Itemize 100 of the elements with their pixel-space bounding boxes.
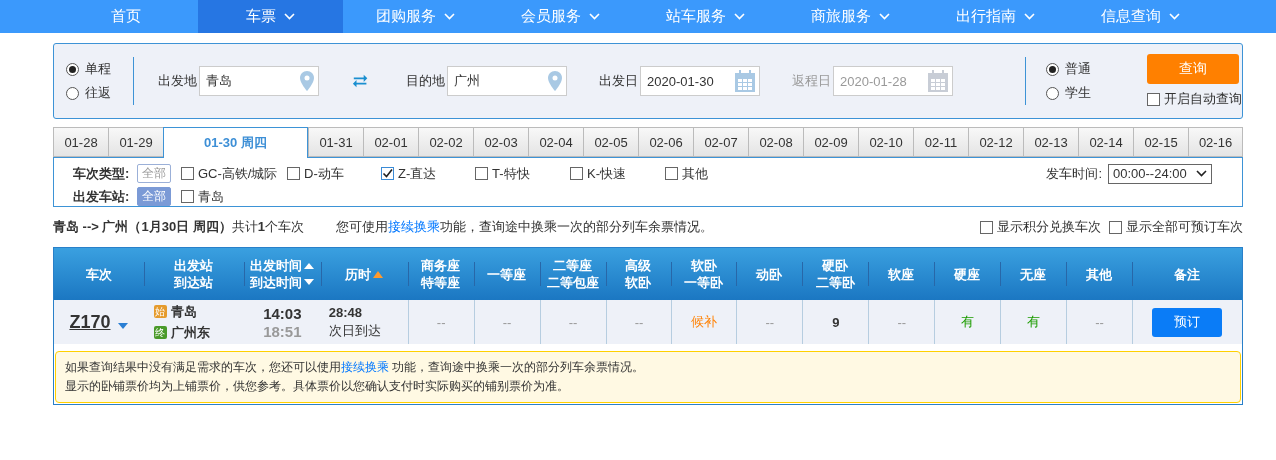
transfer-link[interactable]: 接续换乘 — [388, 219, 440, 234]
seat-availability: 有 — [1027, 313, 1041, 331]
date-tab[interactable]: 02-01 — [363, 127, 418, 157]
date-tab[interactable]: 02-16 — [1188, 127, 1243, 157]
date-tab[interactable]: 02-06 — [638, 127, 693, 157]
location-pin-icon — [299, 71, 314, 91]
date-tab[interactable]: 02-02 — [418, 127, 473, 157]
nav-label: 出行指南 — [956, 7, 1016, 26]
duration: 28:48 — [328, 304, 364, 320]
nav-label: 车票 — [246, 7, 276, 26]
nav-label: 信息查询 — [1101, 7, 1161, 26]
station-field[interactable]: 青岛 — [198, 66, 319, 96]
chevron-down-icon — [284, 13, 295, 20]
date-tab[interactable]: 02-14 — [1078, 127, 1133, 157]
column-header: 软卧 一等卧 — [684, 257, 724, 291]
nav-label: 站车服务 — [666, 7, 726, 26]
nav-label: 会员服务 — [521, 7, 581, 26]
seat-availability: 9 — [832, 314, 840, 330]
checkbox[interactable] — [475, 167, 488, 180]
column-header: 出发时间 到达时间 — [250, 257, 303, 291]
date-tab[interactable]: 02-13 — [1023, 127, 1078, 157]
location-pin-icon — [548, 71, 563, 91]
time-range-select[interactable]: 00:00--24:00 — [1108, 163, 1212, 184]
checkbox-label: 其他 — [682, 164, 708, 183]
column-header: 无座 — [1020, 265, 1047, 283]
column-header: 硬卧 二等卧 — [815, 257, 855, 291]
field-label: 返程日 — [792, 72, 832, 90]
checkbox-label: K-快速 — [587, 164, 626, 183]
book-button[interactable]: 预订 — [1152, 307, 1223, 337]
date-tab[interactable]: 02-05 — [583, 127, 638, 157]
seat-availability: -- — [897, 314, 907, 330]
date-tab[interactable]: 02-04 — [528, 127, 583, 157]
checkbox[interactable] — [1147, 92, 1160, 106]
chevron-down-icon — [734, 13, 745, 20]
nav-item[interactable]: 车票 — [198, 0, 343, 33]
nav-label: 商旅服务 — [811, 7, 871, 26]
field-label: 出发地 — [157, 72, 197, 90]
column-header: 软座 — [888, 265, 915, 283]
seat-availability: -- — [634, 314, 644, 330]
arrival-time: 18:51 — [263, 322, 302, 340]
radio-button[interactable] — [1046, 86, 1059, 100]
date-tab[interactable]: 01-29 — [108, 127, 163, 157]
notice-text: 如果查询结果中没有满足需求的车次，您还可以使用接续换乘 功能，查询途中换乘一次的部分列车余票情况。 — [65, 359, 646, 376]
radio-label: 学生 — [1065, 84, 1091, 102]
column-header: 硬座 — [954, 265, 981, 283]
radio-button[interactable] — [66, 62, 79, 76]
radio-button[interactable] — [1046, 62, 1059, 76]
checkbox[interactable] — [980, 220, 993, 234]
date-tab[interactable]: 02-12 — [968, 127, 1023, 157]
transfer-tip: 您可使用接续换乘功能，查询途中换乘一次的部分列车余票情况。 — [336, 218, 713, 236]
seat-availability: -- — [502, 314, 512, 330]
column-header: 商务座 特等座 — [421, 257, 461, 291]
checkbox[interactable] — [381, 167, 394, 180]
chevron-down-icon — [1024, 13, 1035, 20]
date-tab[interactable]: 02-15 — [1133, 127, 1188, 157]
checkbox[interactable] — [665, 167, 678, 180]
field-label: 目的地 — [406, 72, 446, 90]
radio-label: 普通 — [1065, 60, 1091, 78]
column-header: 备注 — [1174, 265, 1200, 283]
date-field[interactable]: 2020-01-30 — [640, 66, 761, 96]
date-tab[interactable]: 02-03 — [473, 127, 528, 157]
date-tab[interactable]: 02-07 — [693, 127, 748, 157]
transfer-link[interactable]: 接续换乘 — [341, 360, 389, 374]
date-tab[interactable]: 02-10 — [858, 127, 913, 157]
checkbox-label: 青岛 — [198, 187, 224, 206]
seat-availability: -- — [765, 314, 775, 330]
radio-button[interactable] — [66, 86, 79, 100]
column-header: 二等座 二等包座 — [546, 257, 599, 291]
swap-icon[interactable] — [351, 73, 369, 89]
field-label: 出发日 — [599, 72, 639, 90]
end-station-badge: 终 — [153, 326, 167, 339]
sort-arrows-icon[interactable] — [304, 261, 315, 287]
arrival-day: 次日到达 — [328, 321, 381, 340]
radio-label: 单程 — [85, 60, 111, 78]
seat-availability: -- — [436, 314, 446, 330]
date-tab[interactable]: 02-09 — [803, 127, 858, 157]
checkbox[interactable] — [1109, 220, 1122, 234]
train-number[interactable]: Z170 — [69, 311, 111, 333]
checkbox[interactable] — [570, 167, 583, 180]
chevron-down-icon — [1169, 13, 1180, 20]
date-tab[interactable]: 01-31 — [308, 127, 363, 157]
filter-label: 车次类型: — [73, 164, 131, 183]
station-name: 青岛 — [170, 302, 197, 321]
date-tab[interactable]: 02-11 — [913, 127, 968, 157]
checkbox-label: GC-高铁/城际 — [198, 164, 278, 183]
station-field[interactable]: 广州 — [447, 66, 568, 96]
date-tab[interactable]: 02-08 — [748, 127, 803, 157]
expand-caret-icon[interactable] — [118, 323, 129, 329]
checkbox[interactable] — [181, 167, 194, 180]
seat-availability: 候补 — [691, 313, 718, 331]
chevron-down-icon — [589, 13, 600, 20]
seat-availability: -- — [1095, 314, 1104, 330]
checkbox[interactable] — [181, 190, 194, 203]
caret-icon — [1196, 170, 1207, 177]
checkbox-label: 显示积分兑换车次 — [997, 218, 1101, 236]
column-header: 一等座 — [487, 265, 527, 283]
date-tab[interactable]: 01-28 — [53, 127, 108, 157]
checkbox-label: T-特快 — [492, 164, 530, 183]
checkbox[interactable] — [287, 167, 300, 180]
filter-label: 出发车站: — [73, 187, 131, 206]
